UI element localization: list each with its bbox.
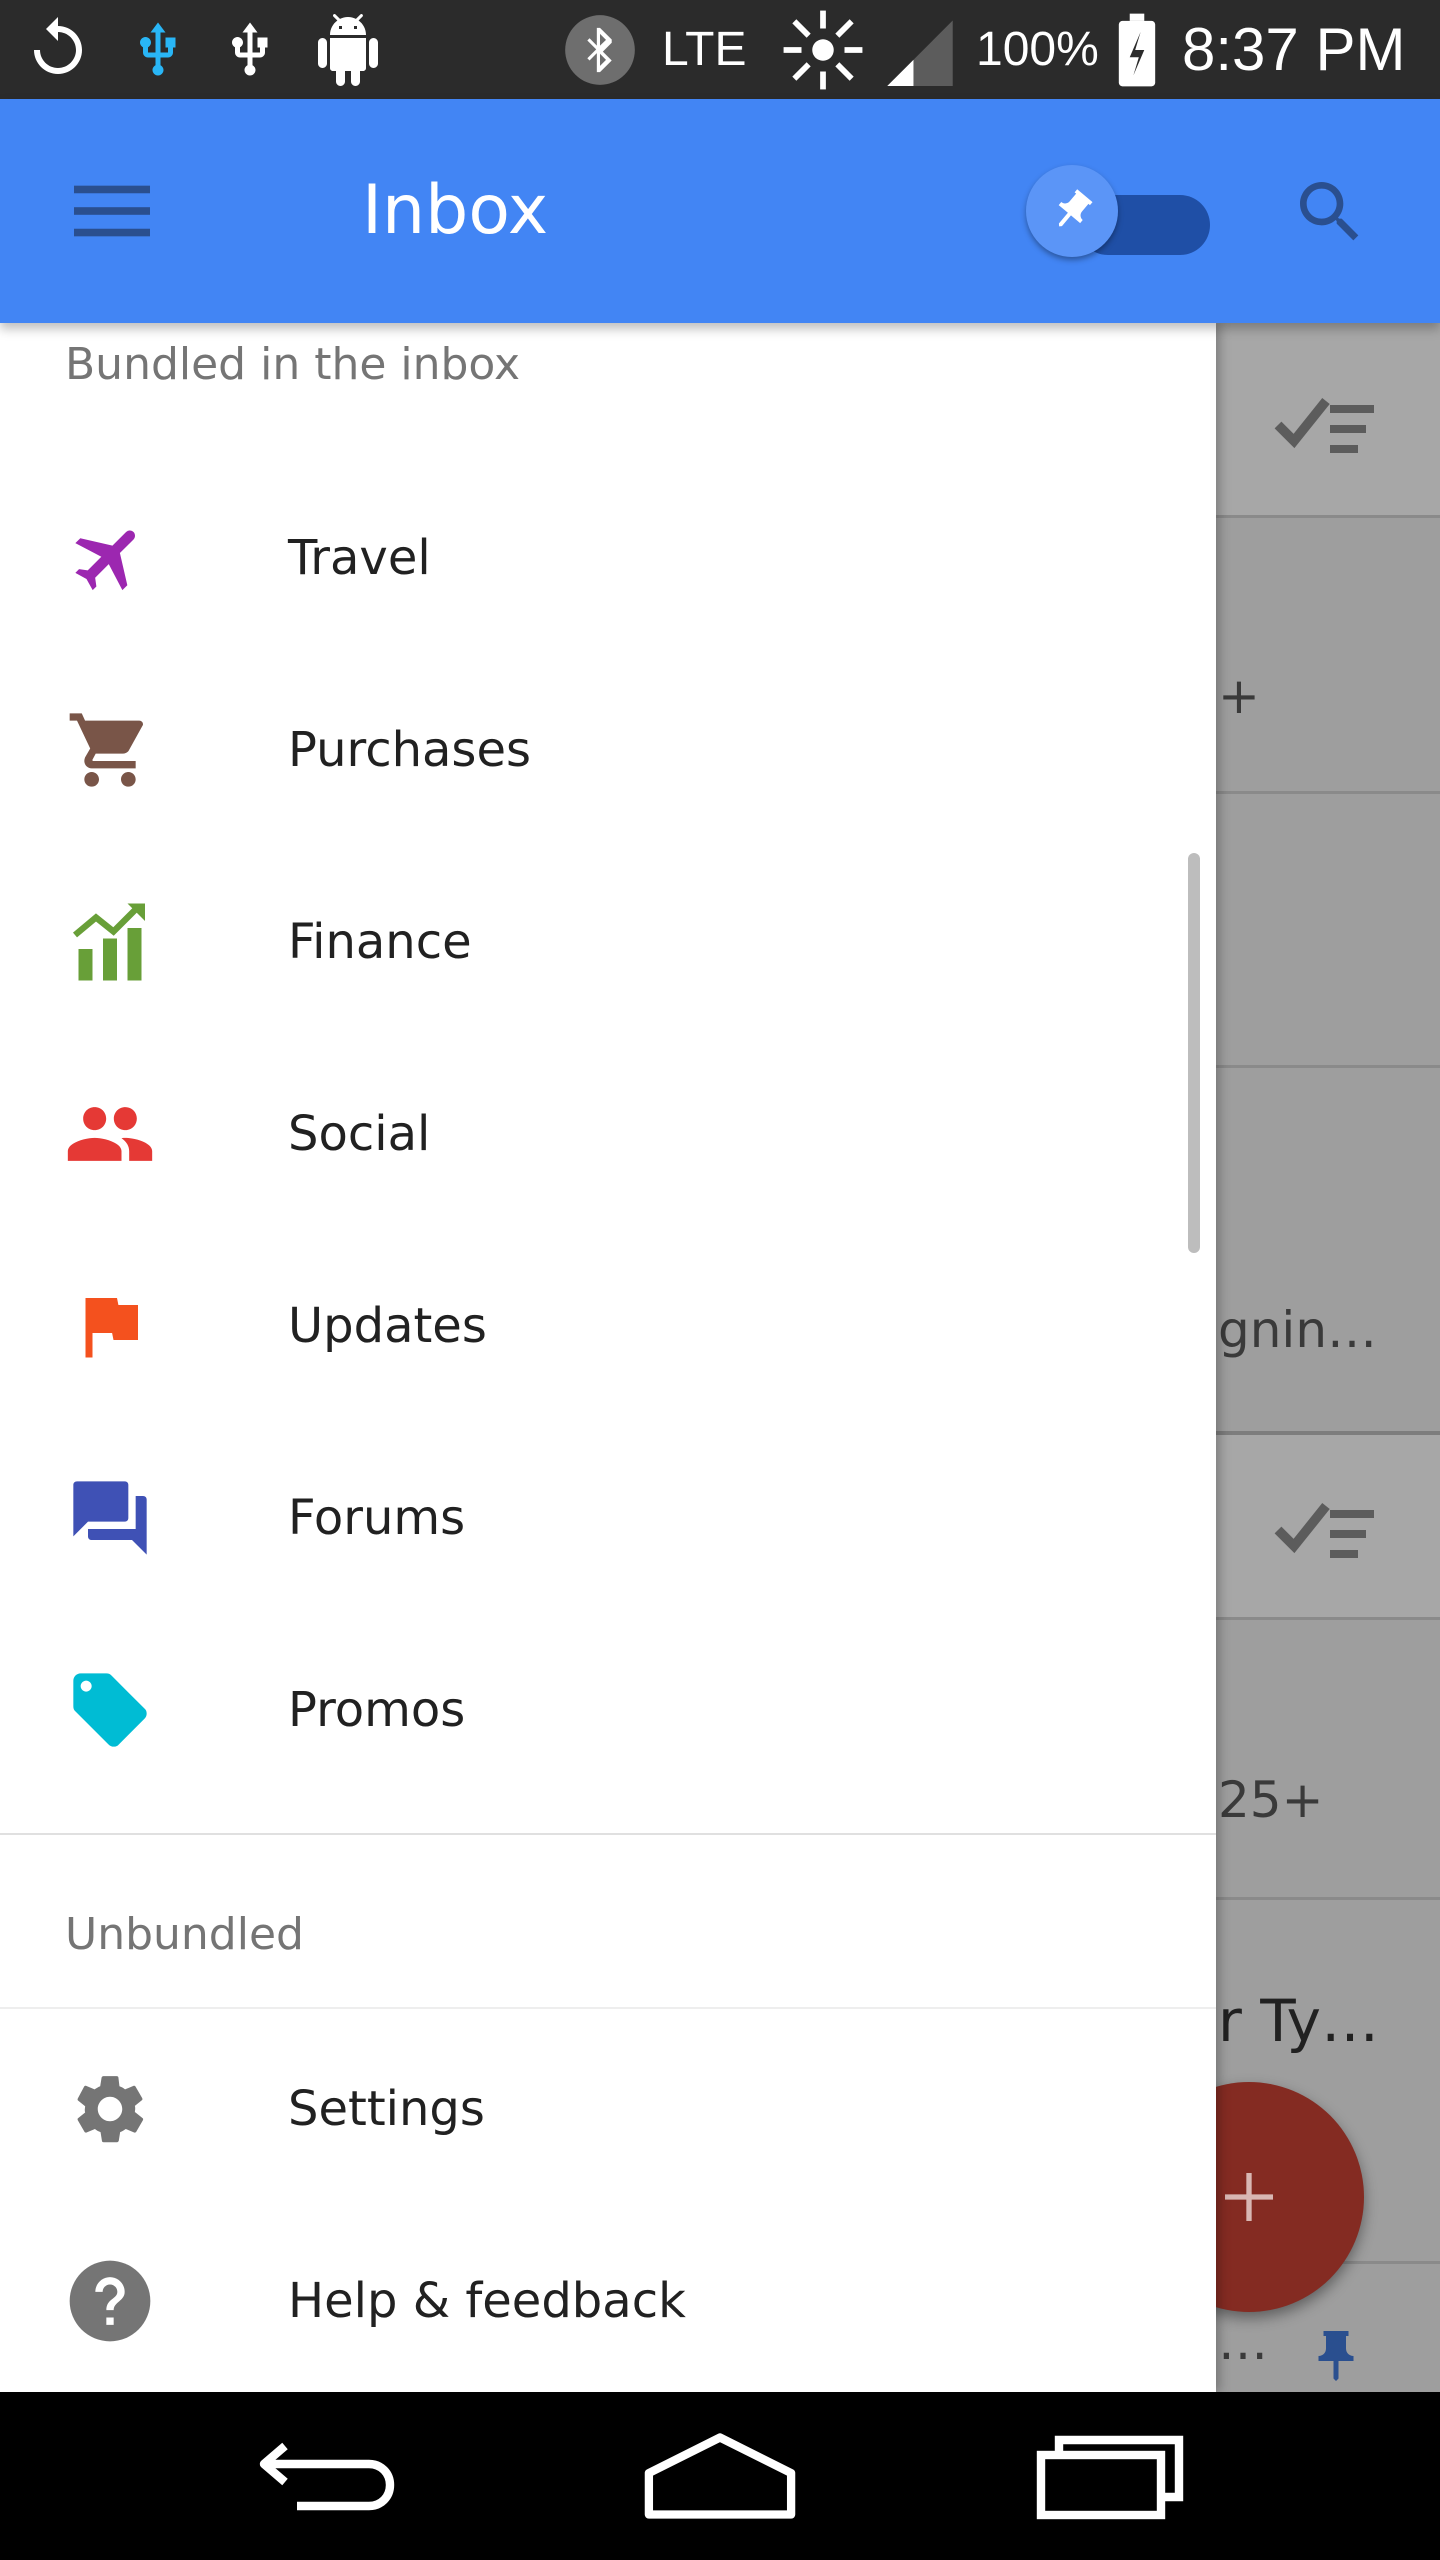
drawer-scrollbar[interactable] — [1188, 853, 1200, 1253]
drawer-item-label: Promos — [288, 1682, 466, 1738]
home-icon[interactable] — [600, 2392, 840, 2560]
recents-icon[interactable] — [990, 2392, 1230, 2560]
drawer-item-promos[interactable]: Promos — [0, 1614, 1216, 1806]
peek-snippet: r Ty… — [1218, 1987, 1380, 2055]
signal-icon — [880, 0, 960, 99]
section-divider — [0, 1833, 1216, 1835]
peek-snippet: gnin… — [1218, 1301, 1378, 1359]
drawer-item-travel[interactable]: Travel — [0, 462, 1216, 654]
drawer-item-finance[interactable]: Finance — [0, 846, 1216, 1038]
navigation-drawer: Bundled in the inbox Travel Purchases Fi… — [0, 323, 1216, 2392]
android-debug-icon — [312, 0, 384, 99]
drawer-item-label: Social — [288, 1106, 431, 1162]
sweep-done-icon — [1274, 1498, 1378, 1562]
drawer-item-label: Updates — [288, 1298, 487, 1354]
pin-icon — [1306, 2321, 1366, 2395]
battery-charging-icon — [1112, 0, 1162, 99]
system-nav-bar — [0, 2392, 1440, 2560]
drawer-item-settings[interactable]: Settings — [0, 2013, 1216, 2205]
page-title: Inbox — [362, 171, 549, 250]
flag-icon — [60, 1276, 160, 1376]
cart-icon — [60, 700, 160, 800]
usb-icon — [220, 0, 280, 99]
status-bar: LTE 100% 8:37 PM — [0, 0, 1440, 99]
pin-icon — [1026, 165, 1118, 257]
section-divider — [0, 2007, 1216, 2009]
row-divider — [1216, 791, 1440, 794]
drawer-item-label: Travel — [288, 530, 431, 586]
row-divider — [1216, 1897, 1440, 1900]
people-icon — [60, 1084, 160, 1184]
drawer-item-label: Settings — [288, 2081, 485, 2137]
pinned-toggle[interactable] — [1026, 165, 1210, 277]
peek-snippet: + — [1218, 667, 1260, 725]
finance-chart-icon — [60, 892, 160, 992]
app-bar: Inbox — [0, 99, 1440, 323]
bluetooth-icon — [562, 0, 638, 99]
drawer-item-label: Forums — [288, 1490, 466, 1546]
drawer-item-label: Purchases — [288, 722, 531, 778]
drawer-item-label: Help & feedback — [288, 2273, 686, 2329]
section-label-unbundled: Unbundled — [65, 1909, 304, 1960]
tag-icon — [60, 1660, 160, 1760]
network-type: LTE — [662, 23, 747, 76]
row-divider — [1216, 1065, 1440, 1068]
sync-icon — [22, 0, 94, 99]
back-icon[interactable] — [210, 2392, 450, 2560]
section-label-bundled: Bundled in the inbox — [65, 339, 521, 390]
gear-icon — [60, 2059, 160, 2159]
battery-percent: 100% — [976, 23, 1099, 76]
usb-debug-icon — [128, 0, 188, 99]
help-icon — [60, 2251, 160, 2351]
nfc-icon — [780, 0, 866, 99]
hamburger-menu-icon[interactable] — [52, 161, 172, 261]
drawer-item-social[interactable]: Social — [0, 1038, 1216, 1230]
drawer-item-purchases[interactable]: Purchases — [0, 654, 1216, 846]
drawer-item-updates[interactable]: Updates — [0, 1230, 1216, 1422]
peek-snippet: 25+ — [1218, 1771, 1324, 1829]
drawer-item-help-feedback[interactable]: Help & feedback — [0, 2205, 1216, 2392]
row-divider — [1216, 515, 1440, 518]
peek-snippet: … — [1218, 2313, 1268, 2371]
drawer-item-label: Finance — [288, 914, 472, 970]
drawer-item-forums[interactable]: Forums — [0, 1422, 1216, 1614]
clock: 8:37 PM — [1182, 16, 1406, 83]
airplane-icon — [60, 508, 160, 608]
forum-icon — [60, 1468, 160, 1568]
sweep-done-icon — [1274, 393, 1378, 457]
search-icon[interactable] — [1270, 159, 1390, 265]
row-divider — [1216, 1617, 1440, 1620]
